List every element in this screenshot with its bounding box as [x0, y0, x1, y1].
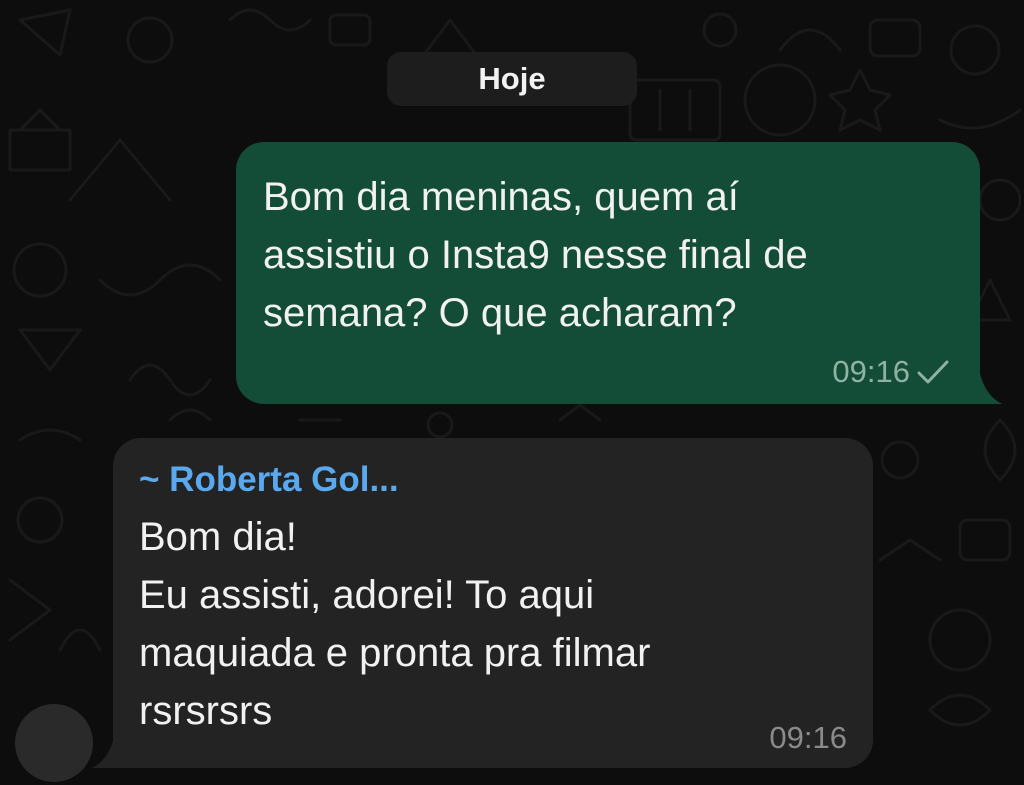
single-check-icon [917, 360, 949, 384]
incoming-message[interactable]: ~ Roberta Gol... Bom dia! Eu assisti, ad… [113, 438, 873, 768]
chat-view[interactable]: Hoje Bom dia meninas, quem aí assistiu o… [0, 0, 1024, 785]
message-text: Bom dia meninas, quem aí assistiu o Inst… [263, 175, 808, 335]
message-time: 09:16 [832, 354, 910, 389]
message-meta: 09:16 [832, 354, 950, 390]
bubble-tail-incoming [92, 738, 126, 768]
sender-name[interactable]: ~ Roberta Gol... [139, 458, 845, 502]
message-text: Bom dia! Eu assisti, adorei! To aqui maq… [139, 515, 651, 733]
date-separator: Hoje [387, 52, 637, 106]
sender-avatar[interactable] [15, 704, 93, 782]
message-time: 09:16 [769, 720, 847, 755]
outgoing-message[interactable]: Bom dia meninas, quem aí assistiu o Inst… [236, 142, 980, 404]
bubble-tail-outgoing [968, 374, 1002, 404]
